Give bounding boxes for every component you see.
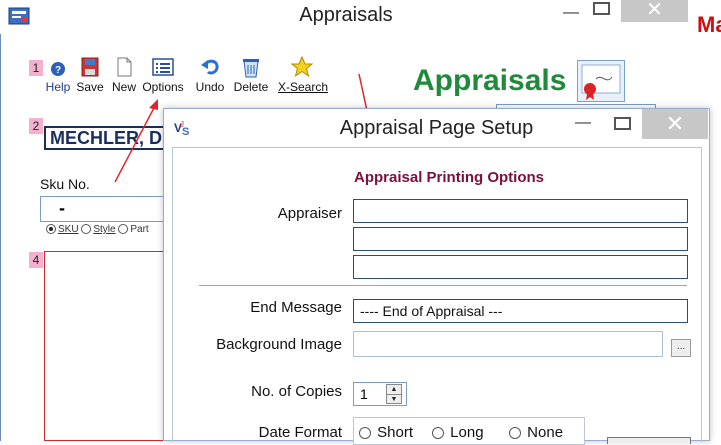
date-format-none[interactable]: None [509,424,563,441]
browse-button[interactable]: ... [671,339,691,357]
section-divider [199,285,687,286]
dialog-minimize-button[interactable]: — [568,114,598,132]
background-image-input[interactable] [353,331,663,357]
date-format-long-label: Long [450,424,484,441]
page-setup-dialog: VSJ Appraisal Page Setup — ✕ Appraisal P… [163,108,710,445]
spin-up-icon[interactable]: ▲ [387,385,401,395]
arrow-to-options [114,99,158,183]
radio-long-icon [432,427,444,440]
appraiser-line-2[interactable] [353,227,688,251]
background-image-label: Background Image [216,336,342,353]
date-format-short[interactable]: Short [359,424,413,441]
date-format-none-label: None [527,424,564,441]
radio-short-icon [359,427,371,440]
dialog-maximize-button[interactable] [614,117,631,130]
appraiser-line-3[interactable] [353,255,688,279]
end-message-label: End Message [250,299,342,316]
appraiser-label: Appraiser [277,205,342,222]
printing-options-heading: Appraisal Printing Options [354,169,545,186]
date-format-long[interactable]: Long [432,424,484,441]
radio-none-icon [509,427,521,440]
dialog-close-button[interactable]: ✕ [642,109,708,139]
appraiser-line-1[interactable] [353,199,688,223]
copies-spinner[interactable]: ▲ ▼ [386,384,402,404]
spin-down-icon[interactable]: ▼ [387,395,401,404]
end-message-input[interactable]: ---- End of Appraisal --- [353,299,688,323]
date-format-short-label: Short [377,424,414,441]
copies-label: No. of Copies [251,383,342,400]
date-format-label: Date Format [258,424,342,441]
